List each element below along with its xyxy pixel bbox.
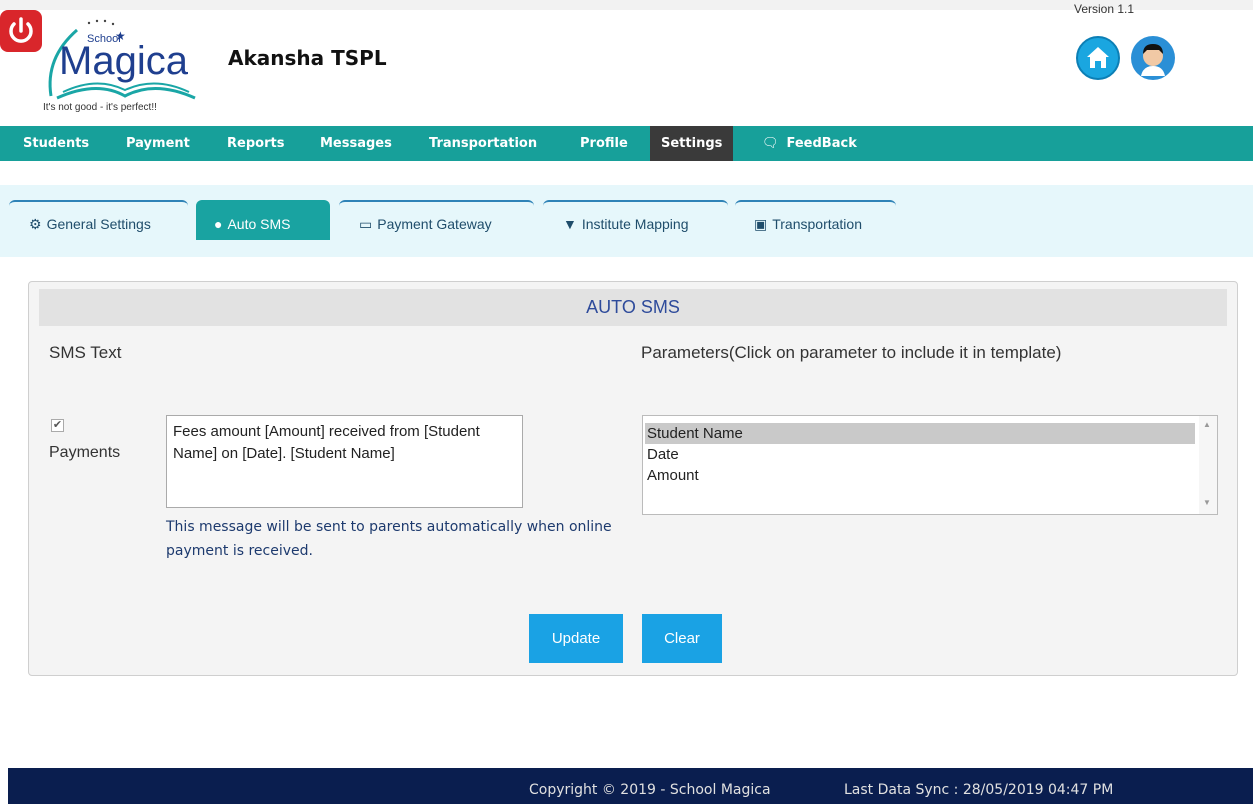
copyright-text: Copyright © 2019 - School Magica [529, 782, 771, 798]
parameters-label: Parameters(Click on parameter to include… [641, 343, 1062, 362]
main-nav: Students Payment Reports Messages Transp… [0, 126, 1253, 161]
tab-label: Payment Gateway [377, 216, 492, 232]
tab-transportation[interactable]: ▣ Transportation [735, 200, 896, 240]
clear-button[interactable]: Clear [642, 614, 722, 663]
tab-auto-sms[interactable]: ● Auto SMS [196, 200, 330, 240]
school-magica-logo[interactable]: School ★ Magica It's not good - it's per… [37, 18, 212, 118]
tab-label: Transportation [772, 216, 862, 232]
scroll-up-arrow-icon[interactable]: ▲ [1203, 420, 1211, 429]
organization-name: Akansha TSPL [228, 46, 387, 70]
logo-tagline: It's not good - it's perfect!! [43, 102, 157, 113]
map-marker-icon: ▼ [563, 216, 577, 232]
auto-sms-panel: AUTO SMS SMS Text Parameters(Click on pa… [28, 281, 1238, 676]
tab-institute-mapping[interactable]: ▼ Institute Mapping [543, 200, 728, 240]
parameter-option-amount[interactable]: Amount [645, 465, 1195, 486]
chat-icon: ● [214, 216, 223, 232]
scroll-down-arrow-icon[interactable]: ▼ [1203, 498, 1211, 507]
nav-students[interactable]: Students [23, 126, 89, 161]
payments-checkbox[interactable]: ✔ [51, 419, 64, 432]
last-data-sync: Last Data Sync : 28/05/2019 04:47 PM [844, 782, 1114, 798]
logo-graphic: School ★ Magica [48, 19, 196, 100]
tab-label: General Settings [46, 216, 151, 232]
nav-settings[interactable]: Settings [650, 126, 734, 161]
top-strip [0, 0, 1253, 10]
parameter-option-date[interactable]: Date [645, 444, 1195, 465]
parameters-listbox[interactable]: Student Name Date Amount ▲ ▼ [642, 415, 1218, 515]
sms-template-textarea[interactable]: Fees amount [Amount] received from [Stud… [166, 415, 523, 508]
tab-general-settings[interactable]: ⚙ General Settings [9, 200, 188, 240]
chat-bubbles-icon: 🗨 [762, 136, 779, 151]
user-avatar-icon[interactable] [1131, 36, 1175, 80]
update-button[interactable]: Update [529, 614, 623, 663]
payments-label: Payments [49, 444, 121, 461]
nav-feedback[interactable]: 🗨 FeedBack [762, 126, 857, 161]
tab-payment-gateway[interactable]: ▭ Payment Gateway [339, 200, 534, 240]
nav-reports[interactable]: Reports [227, 126, 284, 161]
version-label: Version 1.1 [1074, 2, 1135, 16]
nav-messages[interactable]: Messages [320, 126, 392, 161]
gear-icon: ⚙ [29, 216, 42, 232]
power-logout-icon[interactable] [0, 10, 42, 52]
header: School ★ Magica It's not good - it's per… [0, 2, 1253, 126]
listbox-scrollbar[interactable]: ▲ ▼ [1199, 416, 1217, 514]
tab-label: Auto SMS [227, 216, 291, 232]
panel-title: AUTO SMS [586, 297, 680, 317]
bus-icon: ▣ [754, 216, 768, 232]
tab-label: Institute Mapping [581, 216, 689, 232]
credit-card-icon: ▭ [359, 216, 373, 232]
nav-payment[interactable]: Payment [126, 126, 190, 161]
nav-transportation[interactable]: Transportation [429, 126, 537, 161]
sms-text-label: SMS Text [49, 343, 122, 362]
home-icon[interactable] [1076, 36, 1120, 80]
nav-profile[interactable]: Profile [580, 126, 628, 161]
help-text: This message will be sent to parents aut… [166, 519, 612, 559]
footer: Copyright © 2019 - School Magica Last Da… [8, 768, 1253, 804]
parameter-option-student-name[interactable]: Student Name [645, 423, 1195, 444]
nav-feedback-label: FeedBack [786, 136, 857, 151]
panel-header: AUTO SMS [39, 289, 1227, 326]
logo-big-text: Magica [59, 39, 189, 83]
